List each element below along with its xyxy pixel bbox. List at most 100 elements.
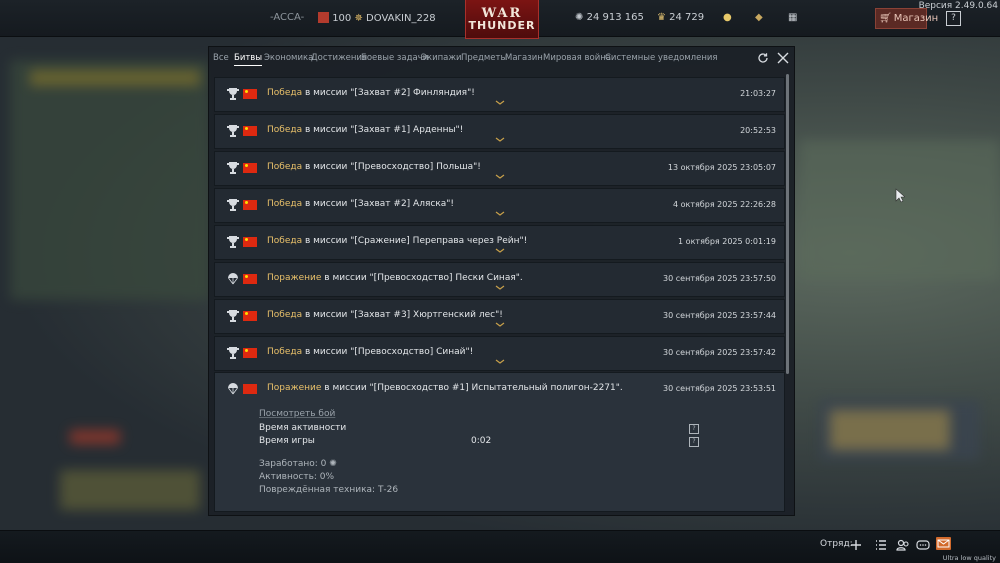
clan-tag: -ACCA- [270,12,305,23]
cursor-icon [895,188,905,203]
help-button[interactable]: ? [946,11,961,26]
warbond-icon[interactable]: ◆ [755,12,763,23]
notification-row[interactable]: Победа в миссии "[Превосходство] Польша"… [214,151,785,186]
tab-battles[interactable]: Битвы [234,53,263,66]
war-thunder-logo: WAR THUNDER [465,0,539,39]
china-flag-icon [243,163,257,173]
trophy-icon [227,310,239,322]
shop-label: Магазин [893,13,939,24]
expanded-notification: Поражение в миссии "[Превосходство #1] И… [214,372,785,512]
china-flag-icon [243,274,257,284]
china-flag-icon [243,237,257,247]
tab-economy[interactable]: Экономика [264,53,313,63]
trophy-icon [227,88,239,100]
notification-row[interactable]: Победа в миссии "[Превосходство] Синай"!… [214,336,785,371]
mission-text: в миссии "[Превосходство] Синай"! [302,347,474,357]
tab-system-notifications[interactable]: Системные уведомления [605,53,718,63]
notification-row[interactable]: Победа в миссии "[Захват #1] Арденны"! 2… [214,114,785,149]
contacts-icon[interactable] [896,538,910,552]
china-flag-icon [243,384,257,394]
mission-text: в миссии "[Превосходство] Польша"! [302,162,481,172]
result-label: Поражение [267,273,322,283]
trophy-icon [227,199,239,211]
result-label: Победа [267,162,303,172]
earned-line: Заработано: 0 ✺ [259,459,337,469]
trophy-icon [227,236,239,248]
chevron-down-icon[interactable] [495,174,505,180]
view-battle-link[interactable]: Посмотреть бой [259,409,335,419]
tab-bar: Все Битвы Экономика Достижения Боевые за… [209,47,794,69]
coupon-icon[interactable]: ▦ [788,12,797,23]
player-rank: 100 [332,13,352,24]
chevron-down-icon[interactable] [495,100,505,106]
notification-text: Поражение в миссии "[Превосходство #1] И… [267,383,623,393]
tab-world-war[interactable]: Мировая война [543,53,611,63]
notification-time: 30 сентября 2025 23:57:44 [663,311,776,320]
silver-lion-icon: ✺ [575,12,584,23]
scrollbar[interactable] [786,74,789,374]
result-label: Победа [267,199,303,209]
quality-label: Ultra low quality [942,554,996,562]
avatar-icon [318,12,329,23]
list-icon[interactable] [874,538,888,552]
mail-icon[interactable] [936,537,951,550]
tab-all[interactable]: Все [213,53,229,63]
mission-text: в миссии "[Сражение] Переправа через Рей… [302,236,528,246]
earned-text: Заработано: 0 [259,459,327,469]
notification-row[interactable]: Победа в миссии "[Захват #3] Хюртгенский… [214,299,785,334]
notification-time: 21:03:27 [740,89,776,98]
logo-line1: WAR [481,5,523,21]
golden-eagles[interactable]: ♛ 24 729 [657,12,704,23]
cart-icon: 🛒︎ [879,13,892,24]
refresh-icon[interactable] [757,52,769,64]
star-icon: ✵ [354,13,363,24]
result-label: Победа [267,310,303,320]
mission-text: в миссии "[Превосходство] Пески Синая". [321,273,523,283]
tab-items[interactable]: Предметы [461,53,507,63]
chevron-down-icon[interactable] [495,285,505,291]
tab-crews[interactable]: Экипажи [421,53,462,63]
result-label: Победа [267,125,303,135]
notification-row[interactable]: Победа в миссии "[Захват #2] Аляска"! 4 … [214,188,785,223]
chevron-down-icon[interactable] [495,137,505,143]
notification-time: 4 октября 2025 22:26:28 [672,200,776,209]
result-label: Победа [267,347,303,357]
notification-text: Поражение в миссии "[Превосходство] Песк… [267,273,523,283]
parachute-icon [228,273,238,285]
activity-line: Активность: 0% [259,472,335,482]
bottom-bar: Отряд: Ultra low quality [0,530,1000,563]
chevron-down-icon[interactable] [495,211,505,217]
chevron-down-icon[interactable] [495,359,505,365]
tab-battle-tasks[interactable]: Боевые задачи [361,53,428,63]
notification-row[interactable]: Победа в миссии "[Сражение] Переправа че… [214,225,785,260]
tab-shop[interactable]: Магазин [505,53,543,63]
tab-achievements[interactable]: Достижения [311,53,367,63]
add-icon[interactable] [849,538,863,552]
chat-icon[interactable] [916,538,930,552]
logo-line2: THUNDER [468,18,536,32]
silver-lions[interactable]: ✺ 24 913 165 [575,12,644,23]
notification-text: Победа в миссии "[Превосходство] Синай"! [267,347,473,357]
player-nickname: DOVAKIN_228 [366,13,436,24]
notification-row[interactable]: Поражение в миссии "[Превосходство] Песк… [214,262,785,297]
notifications-panel: Все Битвы Экономика Достижения Боевые за… [208,46,795,516]
notification-row[interactable]: Победа в миссии "[Захват #2] Финляндия"!… [214,77,785,112]
game-time-value: 0:02 [471,436,492,446]
player-info[interactable]: 100 ✵ DOVAKIN_228 [318,12,436,24]
activity-time-label: Время активности [259,423,347,433]
china-flag-icon [243,348,257,358]
notification-text: Победа в миссии "[Захват #1] Арденны"! [267,125,463,135]
mission-text: в миссии "[Захват #2] Аляска"! [302,199,455,209]
shop-button[interactable]: 🛒︎ Магазин [875,8,938,29]
chevron-down-icon[interactable] [495,248,505,254]
notification-time: 13 октября 2025 23:05:07 [667,163,776,172]
lightbulb-icon[interactable]: ● [723,12,732,23]
notification-text: Победа в миссии "[Захват #2] Финляндия"! [267,88,475,98]
china-flag-icon [243,89,257,99]
result-label: Поражение [267,383,322,393]
mission-text: в миссии "[Захват #2] Финляндия"! [302,88,475,98]
chevron-down-icon[interactable] [495,322,505,328]
help-icon[interactable]: ? [689,424,699,434]
help-icon[interactable]: ? [689,437,699,447]
close-icon[interactable] [777,52,789,64]
